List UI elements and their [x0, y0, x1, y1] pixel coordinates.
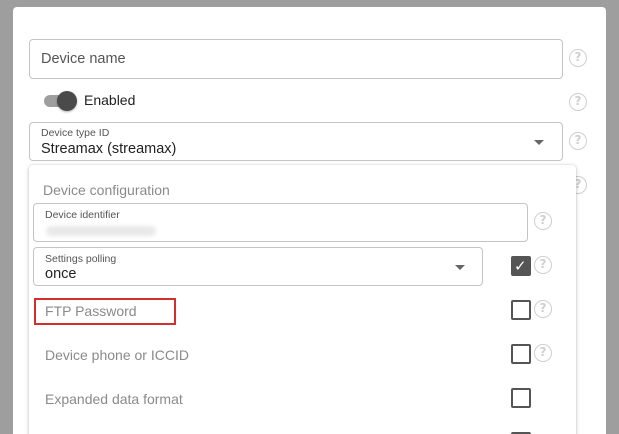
- enabled-toggle[interactable]: [44, 91, 78, 111]
- device-phone-checkbox[interactable]: [511, 344, 531, 364]
- enabled-label: Enabled: [84, 92, 136, 108]
- device-name-placeholder: Device name: [41, 51, 126, 67]
- device-configuration-card: Device configuration Device identifier ?…: [29, 165, 576, 434]
- help-icon[interactable]: ?: [534, 300, 552, 318]
- ftp-password-input[interactable]: FTP Password: [34, 298, 176, 325]
- settings-polling-checkbox[interactable]: ✓: [511, 256, 531, 276]
- help-icon[interactable]: ?: [534, 256, 552, 274]
- expanded-data-format-checkbox[interactable]: [511, 388, 531, 408]
- ftp-password-placeholder: FTP Password: [45, 303, 137, 319]
- device-type-value: Streamax (streamax): [41, 141, 177, 157]
- device-type-label: Device type ID: [41, 127, 110, 139]
- help-icon[interactable]: ?: [534, 344, 552, 362]
- chevron-down-icon: [455, 265, 465, 270]
- help-icon[interactable]: ?: [569, 93, 587, 111]
- device-configuration-title: Device configuration: [43, 182, 170, 198]
- ftp-password-checkbox[interactable]: [511, 300, 531, 320]
- settings-polling-value: once: [45, 266, 77, 282]
- device-name-input[interactable]: Device name: [29, 39, 563, 79]
- device-phone-label: Device phone or ICCID: [45, 347, 189, 363]
- device-type-select[interactable]: Device type ID Streamax (streamax): [29, 122, 563, 161]
- device-identifier-label: Device identifier: [45, 209, 120, 221]
- device-identifier-input[interactable]: Device identifier: [33, 203, 528, 242]
- settings-polling-select[interactable]: Settings polling once: [33, 247, 483, 286]
- settings-polling-label: Settings polling: [45, 253, 117, 265]
- chevron-down-icon: [534, 140, 544, 145]
- device-identifier-value-redacted: [46, 226, 156, 236]
- device-dialog: Device name ? Enabled ? Device type ID S…: [13, 7, 606, 434]
- expanded-data-format-label: Expanded data format: [45, 391, 183, 407]
- help-icon[interactable]: ?: [534, 212, 552, 230]
- help-icon[interactable]: ?: [569, 49, 587, 67]
- check-icon: ✓: [514, 257, 527, 275]
- help-icon[interactable]: ?: [569, 132, 587, 150]
- toggle-thumb: [57, 91, 77, 111]
